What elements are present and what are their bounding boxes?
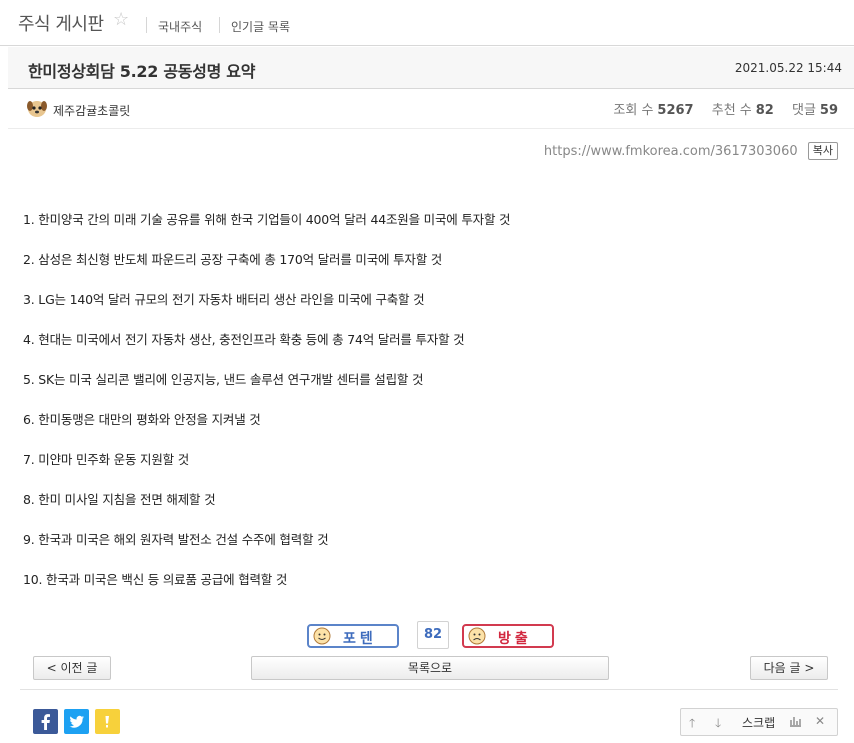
thumbs-up-face-icon <box>313 627 331 645</box>
twitter-icon[interactable] <box>64 709 89 734</box>
content-line: 9. 한국과 미국은 해외 원자력 발전소 건설 수주에 협력할 것 <box>23 532 329 547</box>
likes-label: 추천 수 <box>711 103 752 118</box>
upvote-label: 포텐 <box>343 631 377 647</box>
author-row: 제주감귤초콜릿 조회 수 5267 추천 수 82 댓글 59 <box>8 89 854 129</box>
back-to-list-button[interactable]: 목록으로 <box>251 656 609 680</box>
likes-count: 82 <box>755 103 774 118</box>
vote-count: 82 <box>417 621 449 649</box>
link-domestic-stocks[interactable]: 국내주식 <box>158 18 202 35</box>
star-icon[interactable]: ☆ <box>113 10 129 30</box>
content-line: 4. 현대는 미국에서 전기 자동차 생산, 충전인프라 확충 등에 총 74억… <box>23 332 465 347</box>
copy-url-button[interactable]: 복사 <box>807 142 838 160</box>
bar-chart-icon[interactable] <box>788 714 802 731</box>
content-line: 10. 한국과 미국은 백신 등 의료품 공급에 협력할 것 <box>23 572 288 587</box>
post-url-row: https://www.fmkorea.com/3617303060 복사 <box>544 142 838 160</box>
comments-count[interactable]: 59 <box>820 103 838 118</box>
link-popular-list[interactable]: 인기글 목록 <box>231 18 290 35</box>
post-title: 한미정상회담 5.22 공동성명 요약 <box>28 62 256 81</box>
post-date: 2021.05.22 15:44 <box>734 61 842 75</box>
arrow-up-icon[interactable]: 🡑 <box>689 714 695 735</box>
divider <box>219 17 220 33</box>
downvote-button[interactable]: 방출 <box>462 624 554 648</box>
content-line: 7. 미얀마 민주화 운동 지원할 것 <box>23 452 189 467</box>
divider <box>146 17 147 33</box>
content-line: 1. 한미양국 간의 미래 기술 공유를 위해 한국 기업들이 400억 달러 … <box>23 212 511 227</box>
divider <box>20 689 838 690</box>
post-title-row: 한미정상회담 5.22 공동성명 요약 2021.05.22 15:44 <box>8 47 854 89</box>
board-header: 주식 게시판 ☆ 국내주식 인기글 목록 <box>0 0 854 46</box>
content-line: 2. 삼성은 최신형 반도체 파운드리 공장 구축에 총 170억 달러를 미국… <box>23 252 443 267</box>
post-content: 1. 한미양국 간의 미래 기술 공유를 위해 한국 기업들이 400억 달러 … <box>23 211 833 611</box>
post-url[interactable]: https://www.fmkorea.com/3617303060 <box>544 144 798 159</box>
post-stats: 조회 수 5267 추천 수 82 댓글 59 <box>613 99 838 118</box>
facebook-icon[interactable] <box>33 709 58 734</box>
avatar[interactable] <box>26 97 48 119</box>
kakaostory-icon[interactable] <box>95 709 120 734</box>
arrow-down-icon[interactable]: 🡓 <box>715 714 721 735</box>
board-title[interactable]: 주식 게시판 <box>18 10 104 36</box>
thumbs-down-face-icon <box>468 627 486 645</box>
comments-label: 댓글 <box>791 103 816 118</box>
content-line: 5. SK는 미국 실리콘 밸리에 인공지능, 낸드 솔루션 연구개발 센터를 … <box>23 372 424 387</box>
utility-bar: 🡑 🡓 스크랩 ✕ <box>680 708 838 736</box>
author-name[interactable]: 제주감귤초콜릿 <box>53 102 130 119</box>
views-label: 조회 수 <box>613 103 654 118</box>
close-icon[interactable]: ✕ <box>815 714 825 728</box>
next-post-button[interactable]: 다음 글 > <box>750 656 828 680</box>
prev-post-button[interactable]: < 이전 글 <box>33 656 111 680</box>
views-count: 5267 <box>657 103 694 118</box>
scrap-button[interactable]: 스크랩 <box>742 714 775 731</box>
vote-area: 포텐 82 방출 <box>307 621 557 649</box>
content-line: 8. 한미 미사일 지침을 전면 해제할 것 <box>23 492 216 507</box>
downvote-label: 방출 <box>498 631 532 647</box>
upvote-button[interactable]: 포텐 <box>307 624 399 648</box>
content-line: 6. 한미동맹은 대만의 평화와 안정을 지켜낼 것 <box>23 412 261 427</box>
content-line: 3. LG는 140억 달러 규모의 전기 자동차 배터리 생산 라인을 미국에… <box>23 292 425 307</box>
